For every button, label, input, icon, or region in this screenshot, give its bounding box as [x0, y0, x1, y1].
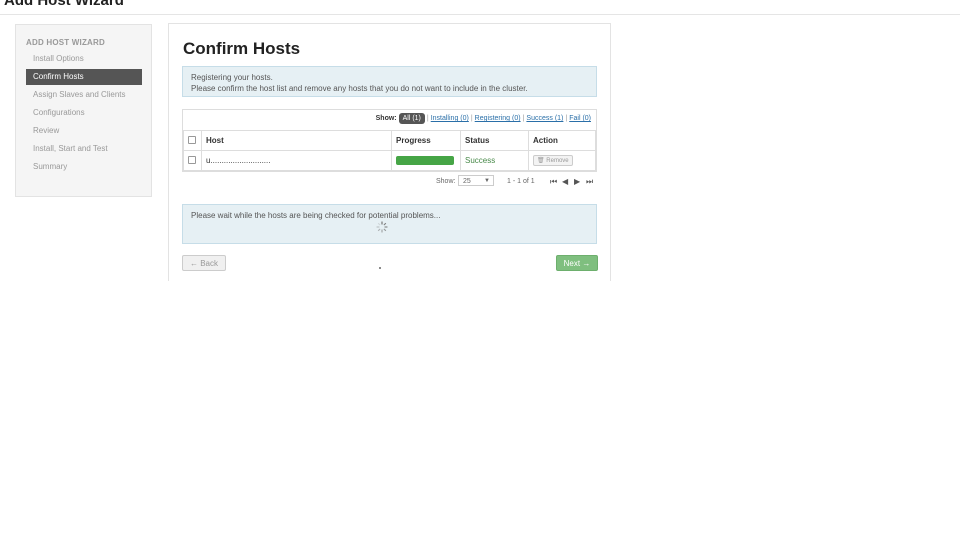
last-page-icon[interactable]: ⏭	[586, 177, 593, 187]
decorative-dot	[379, 267, 381, 269]
back-button[interactable]: ← Back	[182, 255, 226, 271]
filter-all[interactable]: All (1)	[398, 113, 425, 124]
column-header-status[interactable]: Status	[460, 130, 529, 151]
progress-cell	[391, 150, 461, 171]
sidebar-item-configurations[interactable]: Configurations	[26, 105, 142, 121]
filter-separator: |	[470, 115, 473, 122]
sidebar-header: ADD HOST WIZARD	[26, 38, 105, 47]
filter-show-label: Show:	[375, 115, 397, 122]
host-filter-bar: Show: All (1) | Installing (0) | Registering…	[376, 113, 591, 124]
hosts-table: Host Progress Status Action u...........…	[183, 130, 596, 171]
row-checkbox[interactable]	[188, 155, 196, 164]
remove-button[interactable]: 🗑 Remove	[533, 155, 573, 166]
header-divider	[0, 14, 960, 15]
hosts-table-container: Show: All (1) | Installing (0) | Registering…	[182, 109, 597, 186]
next-button[interactable]: Next →	[556, 255, 598, 271]
page-size-value: 25	[463, 178, 471, 185]
check-message: Please wait while the hosts are being ch…	[191, 211, 441, 220]
select-all-cell	[183, 130, 202, 151]
sidebar-item-review[interactable]: Review	[26, 123, 142, 139]
host-check-alert: Please wait while the hosts are being ch…	[182, 204, 597, 244]
row-select-cell	[183, 150, 202, 171]
filter-fail[interactable]: Fail (0)	[569, 115, 591, 122]
sidebar-item-install-options[interactable]: Install Options	[26, 51, 142, 67]
main-panel: Confirm Hosts Registering your hosts. Pl…	[168, 23, 611, 281]
filter-success[interactable]: Success (1)	[526, 115, 563, 122]
step-title: Confirm Hosts	[183, 39, 301, 58]
next-page-icon[interactable]: ▶	[574, 177, 580, 186]
sidebar-item-confirm-hosts[interactable]: Confirm Hosts	[26, 69, 142, 85]
filter-registering[interactable]: Registering (0)	[475, 115, 521, 122]
column-header-action: Action	[528, 130, 596, 151]
action-cell: 🗑 Remove	[528, 150, 596, 171]
sidebar-item-install-start-test[interactable]: Install, Start and Test	[26, 141, 142, 157]
page-title: Add Host Wizard	[4, 0, 124, 9]
filter-separator: |	[522, 115, 525, 122]
column-header-host[interactable]: Host	[201, 130, 392, 151]
first-page-icon[interactable]: ⏮	[550, 177, 557, 187]
progress-bar	[396, 156, 454, 165]
remove-button-label: Remove	[546, 158, 569, 164]
wizard-sidebar: ADD HOST WIZARD Install Options Confirm …	[15, 24, 152, 197]
host-name: u...........................	[201, 150, 392, 171]
sidebar-item-summary[interactable]: Summary	[26, 159, 142, 175]
column-header-progress[interactable]: Progress	[391, 130, 461, 151]
table-row: u........................... Success 🗑 R…	[183, 150, 596, 171]
chevron-down-icon: ▼	[484, 178, 490, 184]
loading-spinner-icon	[376, 221, 388, 233]
filter-installing[interactable]: Installing (0)	[431, 115, 469, 122]
info-line-2: Please confirm the host list and remove …	[191, 84, 528, 93]
pager-range: 1 - 1 of 1	[507, 178, 535, 185]
select-all-checkbox[interactable]	[188, 135, 196, 144]
filter-separator: |	[426, 115, 429, 122]
previous-page-icon[interactable]: ◀	[562, 177, 568, 186]
pager-show-label: Show:	[436, 178, 456, 185]
sidebar-item-assign-slaves[interactable]: Assign Slaves and Clients	[26, 87, 142, 103]
status-text[interactable]: Success	[460, 150, 529, 171]
page-size-select[interactable]: 25 ▼	[458, 175, 494, 186]
table-header-row: Host Progress Status Action	[183, 130, 596, 151]
filter-separator: |	[565, 115, 568, 122]
info-line-1: Registering your hosts.	[191, 73, 273, 82]
registration-info-alert: Registering your hosts. Please confirm t…	[182, 66, 597, 97]
